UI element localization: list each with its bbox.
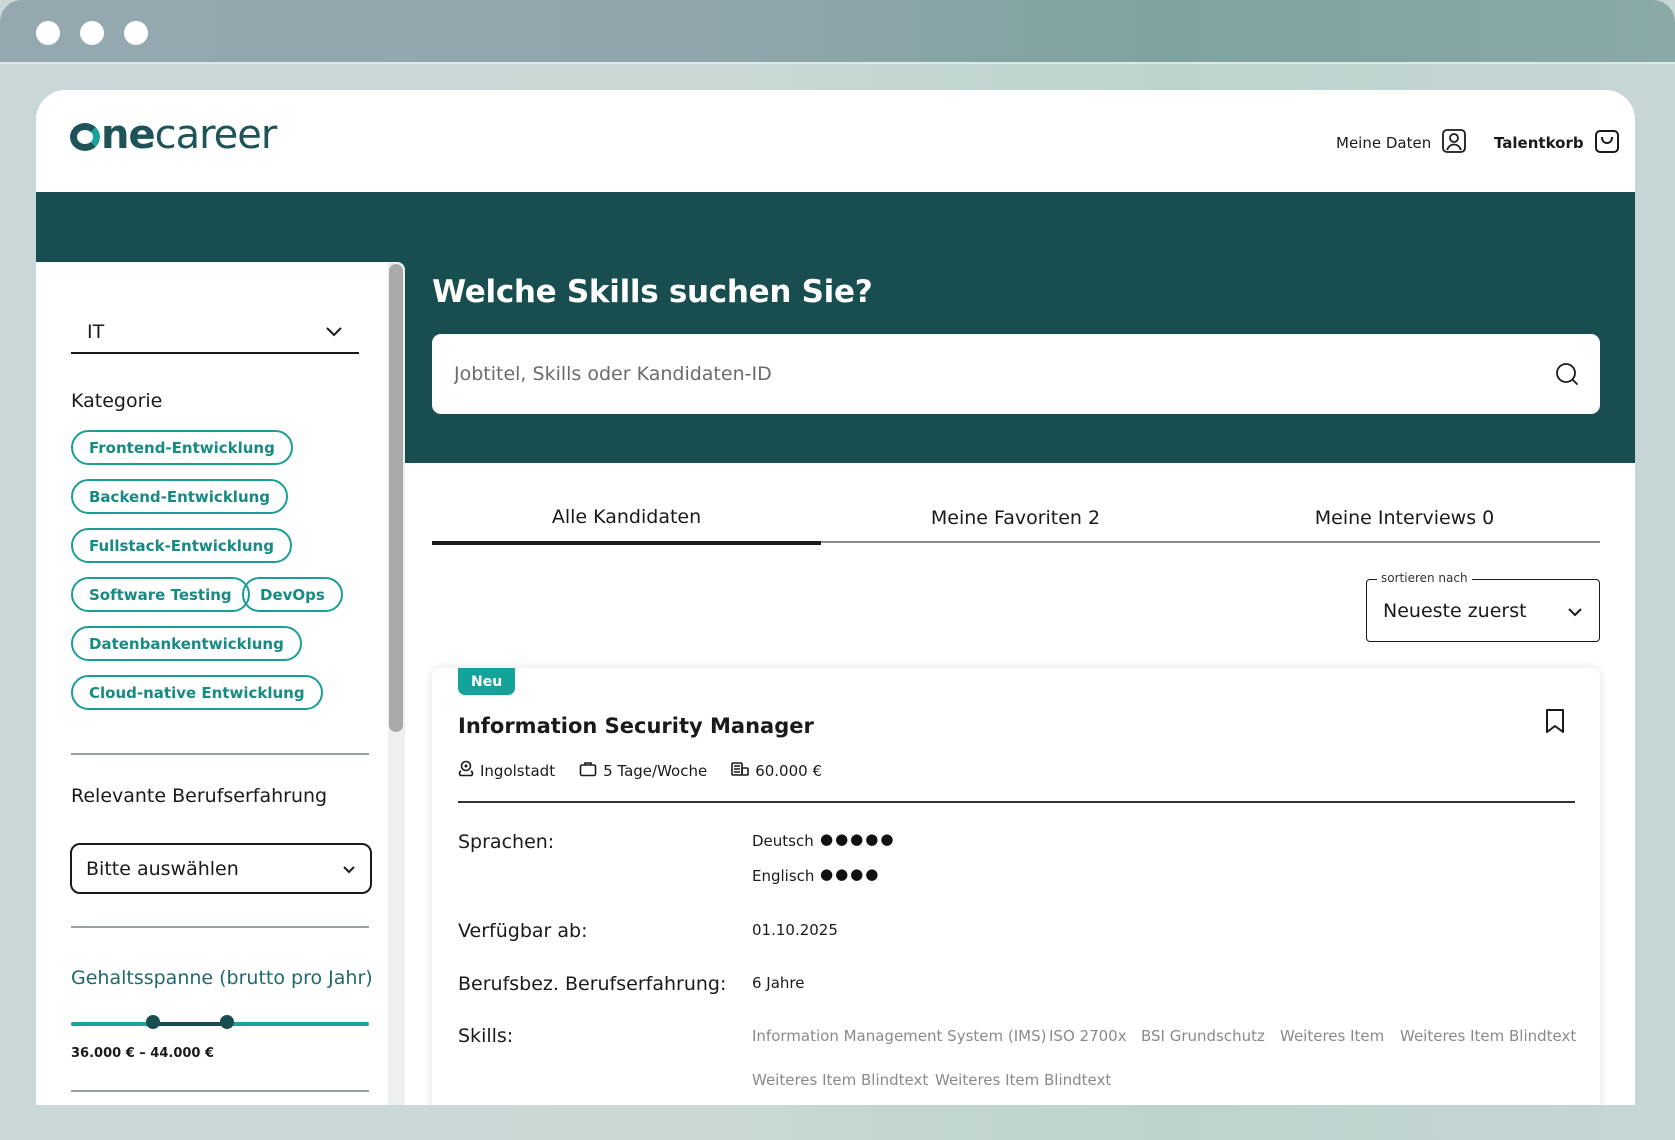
field-select-value: IT: [87, 321, 105, 343]
sidebar-scrollbar-thumb[interactable]: [389, 264, 403, 732]
user-icon: [1441, 128, 1467, 158]
basket-icon: [1594, 128, 1620, 158]
sidebar-divider: [71, 926, 369, 928]
sidebar-divider: [71, 753, 369, 755]
candidate-workload: 5 Tage/Woche: [603, 762, 708, 780]
talent-basket-label: Talentkorb: [1494, 134, 1584, 152]
filter-sidebar: IT Kategorie Frontend-Entwicklung Backen…: [36, 262, 405, 1105]
app-window: ne career Meine Daten Talentkorb Welche S…: [36, 90, 1635, 1105]
app-header: ne career Meine Daten Talentkorb: [36, 90, 1635, 192]
language-level-dots: ●●●●●: [820, 830, 896, 848]
field-select[interactable]: IT: [71, 312, 359, 354]
window-dot-maximize[interactable]: [124, 21, 148, 45]
available-label: Verfügbar ab:: [458, 920, 588, 942]
category-chip-cloud-native[interactable]: Cloud-native Entwicklung: [71, 675, 323, 710]
onecareer-logo[interactable]: ne career: [70, 112, 277, 158]
language-level-dots: ●●●●: [820, 865, 881, 883]
sort-label: sortieren nach: [1377, 571, 1472, 585]
experience-label: Berufsbez. Berufserfahrung:: [458, 973, 727, 995]
category-heading: Kategorie: [71, 390, 163, 412]
window-dot-minimize[interactable]: [80, 21, 104, 45]
talent-basket-link[interactable]: Talentkorb: [1494, 128, 1620, 158]
skill-tag: Weiteres Item: [1280, 1027, 1385, 1045]
briefcase-icon: [579, 761, 597, 781]
browser-titlebar: [0, 0, 1675, 64]
tab-my-favorites[interactable]: Meine Favoriten 2: [821, 493, 1210, 543]
sidebar-divider: [71, 1090, 369, 1092]
salary-slider-range: [153, 1022, 227, 1026]
candidate-tabs: Alle Kandidaten Meine Favoriten 2 Meine …: [432, 493, 1600, 545]
skill-tag: Weiteres Item Blindtext: [935, 1071, 1112, 1089]
language-name: Deutsch: [752, 832, 814, 850]
skill-tag: BSI Grundschutz: [1141, 1027, 1265, 1045]
search-bar[interactable]: [432, 334, 1600, 414]
experience-select[interactable]: Bitte auswählen: [70, 843, 372, 894]
tab-all-candidates[interactable]: Alle Kandidaten: [432, 493, 821, 545]
category-chip-database[interactable]: Datenbankentwicklung: [71, 626, 302, 661]
money-icon: [731, 761, 750, 781]
experience-heading: Relevante Berufserfahrung: [71, 785, 328, 807]
candidate-meta: Ingolstadt 5 Tage/Woche 60.000 €: [458, 760, 822, 782]
skill-tag: Weiteres Item Blindtext: [752, 1071, 929, 1089]
chevron-down-icon: [342, 858, 356, 880]
category-chip-frontend[interactable]: Frontend-Entwicklung: [71, 430, 293, 465]
new-badge: Neu: [458, 668, 516, 695]
skills-label: Skills:: [458, 1025, 514, 1047]
window-dot-close[interactable]: [36, 21, 60, 45]
my-data-label: Meine Daten: [1336, 134, 1432, 152]
chevron-down-icon: [325, 321, 343, 343]
search-input[interactable]: [454, 363, 1514, 385]
category-chip-backend[interactable]: Backend-Entwicklung: [71, 479, 289, 514]
languages-label: Sprachen:: [458, 831, 555, 853]
available-value: 01.10.2025: [752, 921, 838, 939]
category-chip-software-testing[interactable]: Software Testing: [71, 577, 250, 612]
my-data-link[interactable]: Meine Daten: [1336, 128, 1467, 158]
skill-tag: ISO 2700x: [1049, 1027, 1127, 1045]
salary-slider-max-handle[interactable]: [220, 1015, 234, 1029]
location-icon: [458, 760, 474, 782]
hero-title: Welche Skills suchen Sie?: [432, 274, 873, 310]
language-name: Englisch: [752, 867, 815, 885]
experience-select-value: Bitte auswählen: [86, 857, 239, 880]
bookmark-icon[interactable]: [1544, 708, 1566, 738]
sort-value: Neueste zuerst: [1383, 599, 1527, 622]
sort-select[interactable]: sortieren nach Neueste zuerst: [1366, 571, 1600, 642]
category-chip-fullstack[interactable]: Fullstack-Entwicklung: [71, 528, 292, 563]
experience-value: 6 Jahre: [752, 974, 805, 992]
candidate-card[interactable]: Neu Information Security Manager Ingolst…: [432, 668, 1600, 1105]
salary-range-value: 36.000 € – 44.000 €: [71, 1046, 215, 1061]
logo-mark-icon: [70, 123, 100, 151]
tab-my-interviews[interactable]: Meine Interviews 0: [1210, 493, 1599, 543]
salary-heading: Gehaltsspanne (brutto pro Jahr): [71, 967, 373, 989]
chevron-down-icon: [1567, 600, 1583, 622]
candidate-location: Ingolstadt: [480, 762, 556, 780]
salary-slider-min-handle[interactable]: [146, 1015, 160, 1029]
skill-tag: Weiteres Item Blindtext: [1400, 1027, 1577, 1045]
skill-tag: Information Management System (IMS): [752, 1027, 1047, 1045]
candidate-job-title[interactable]: Information Security Manager: [458, 714, 814, 738]
card-divider: [458, 801, 1575, 803]
search-icon[interactable]: [1554, 361, 1580, 392]
candidate-salary: 60.000 €: [755, 762, 822, 780]
category-chip-devops[interactable]: DevOps: [242, 577, 343, 612]
